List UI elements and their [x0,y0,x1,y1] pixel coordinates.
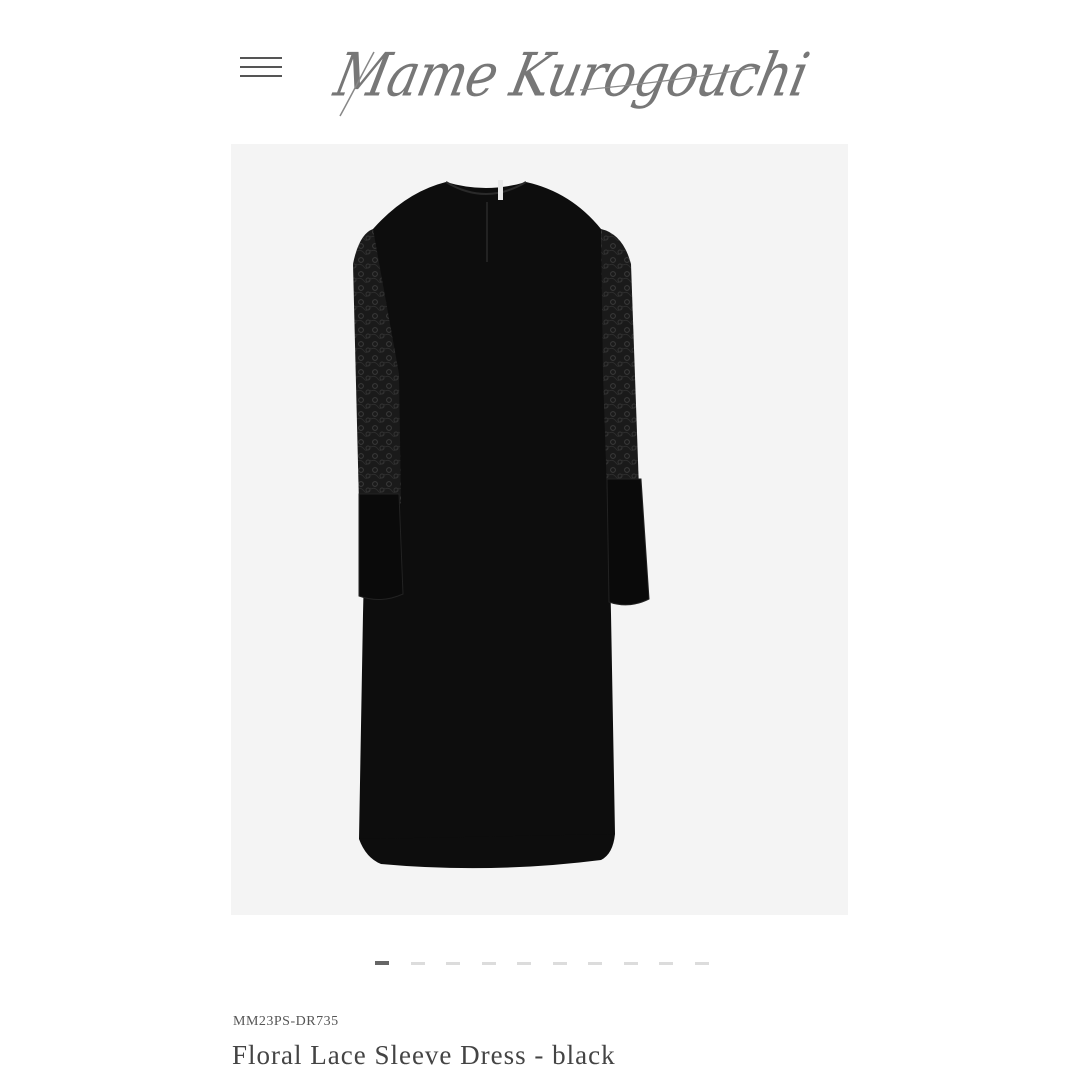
carousel-dot[interactable] [375,961,389,965]
menu-line [240,57,282,59]
carousel-dot[interactable] [410,962,425,965]
menu-line [240,66,282,68]
carousel-dot[interactable] [659,962,673,965]
carousel-dots [0,958,1080,968]
hamburger-menu-icon[interactable] [240,54,284,80]
carousel-dot[interactable] [446,962,460,965]
carousel-dot[interactable] [481,962,496,965]
menu-line [240,75,282,77]
carousel-dot[interactable] [552,962,567,965]
carousel-dot[interactable] [694,962,709,965]
carousel-dot[interactable] [517,962,531,965]
logo-flourish [339,51,756,117]
product-sku: MM23PS-DR735 [233,1014,339,1029]
carousel-dot[interactable] [588,962,602,965]
carousel-dot[interactable] [623,962,638,965]
product-image[interactable] [231,144,848,915]
product-title: Floral Lace Sleeve Dress - black [232,1040,616,1070]
brand-logo[interactable]: Mame Kurogouchi [329,28,814,123]
dress-illustration [353,180,650,869]
